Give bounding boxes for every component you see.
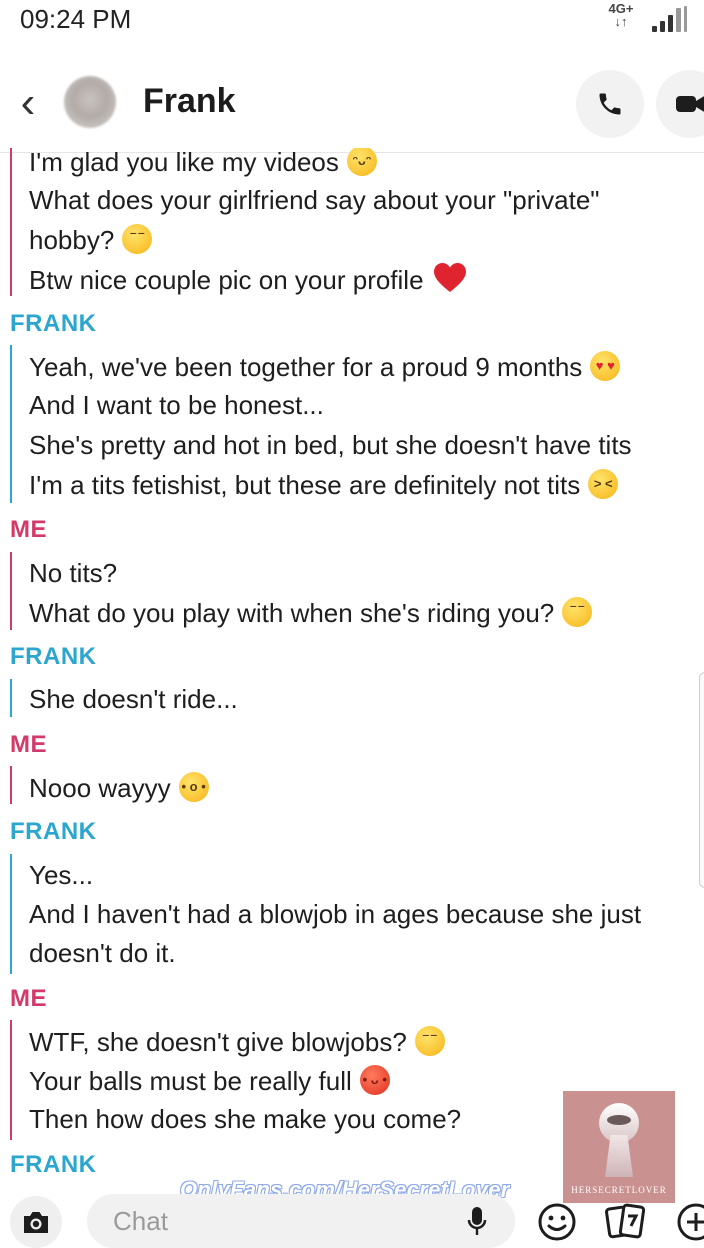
chat-placeholder: Chat [113, 1206, 168, 1236]
message-line[interactable]: She doesn't ride... [29, 684, 238, 715]
avatar[interactable] [64, 76, 116, 128]
message-bar-me [10, 766, 12, 804]
sender-label: ME [10, 516, 47, 543]
message-line[interactable]: And I want to be honest... [29, 390, 324, 421]
message-line[interactable]: Yeah, we've been together for a proud 9 … [29, 351, 621, 383]
sender-label: FRANK [10, 310, 97, 337]
message-bar-me [10, 552, 12, 630]
chat-input[interactable]: Chat [87, 1194, 515, 1248]
signal-icon [650, 6, 690, 32]
message-bar-frank [10, 679, 12, 717]
sender-label: FRANK [10, 818, 97, 845]
sender-label: FRANK [10, 1151, 97, 1178]
microphone-icon[interactable] [467, 1206, 487, 1238]
message-line[interactable]: No tits? [29, 558, 117, 589]
red-heart-icon [433, 263, 466, 292]
message-line[interactable]: doesn't do it. [29, 938, 176, 969]
sender-label: ME [10, 985, 47, 1012]
thinking-face-emoji-icon: ‾ ‾ [562, 597, 593, 627]
back-button[interactable]: ‹ [6, 78, 50, 128]
phone-icon [599, 93, 621, 115]
smiling-blush-emoji-icon: ᵔᴗᵔ [346, 148, 377, 176]
scrollbar-thumb[interactable] [699, 672, 704, 888]
hot-face-emoji-icon: • ᴗ • [359, 1065, 390, 1095]
message-bar-frank [10, 854, 12, 974]
message-line[interactable]: Your balls must be really full • ᴗ • [29, 1065, 390, 1097]
message-line[interactable]: Btw nice couple pic on your profile [29, 263, 466, 296]
message-line[interactable]: I'm glad you like my videos ᵔᴗᵔ [29, 148, 377, 178]
status-bar: 09:24 PM 4G+ ↓↑ [0, 0, 704, 44]
plus-icon[interactable] [676, 1202, 704, 1242]
message-line[interactable]: WTF, she doesn't give blowjobs? ‾ ‾ [29, 1026, 445, 1058]
chat-thread[interactable]: I'm glad you like my videos ᵔᴗᵔ What does… [0, 148, 704, 1178]
message-bar-me [10, 1020, 12, 1140]
message-line[interactable]: And I haven't had a blowjob in ages beca… [29, 899, 641, 930]
call-button[interactable] [576, 70, 644, 138]
sender-label: ME [10, 731, 47, 758]
message-bar-me [10, 148, 12, 296]
thinking-face-emoji-icon: ‾ ‾ [414, 1026, 445, 1056]
message-line[interactable]: Then how does she make you come? [29, 1104, 461, 1135]
network-indicator: 4G+ ↓↑ [606, 2, 636, 28]
contact-name[interactable]: Frank [143, 82, 236, 121]
message-line[interactable]: Yes... [29, 860, 93, 891]
thinking-face-emoji-icon: ‾ ‾ [122, 224, 153, 254]
chat-header: ‹ Frank [0, 56, 704, 153]
message-bar-frank [10, 345, 12, 503]
sender-label: FRANK [10, 643, 97, 670]
stickers-cards-icon[interactable] [605, 1202, 647, 1242]
camera-icon [24, 1212, 48, 1233]
message-line[interactable]: Nooo wayyy • o • [29, 772, 209, 804]
message-line[interactable]: I'm a tits fetishist, but these are defi… [29, 469, 619, 501]
status-time: 09:24 PM [20, 4, 132, 34]
message-line[interactable]: hobby? ‾ ‾ [29, 224, 153, 256]
message-line[interactable]: She's pretty and hot in bed, but she doe… [29, 430, 632, 461]
video-call-button[interactable] [656, 70, 704, 138]
network-arrows: ↓↑ [614, 14, 628, 29]
message-composer: Chat [0, 1180, 704, 1248]
tired-face-emoji-icon: > < [588, 469, 619, 499]
emoji-icon[interactable] [537, 1202, 577, 1242]
eye-icon [607, 1115, 631, 1125]
message-line[interactable]: What does your girlfriend say about your… [29, 185, 600, 216]
camera-button[interactable] [10, 1196, 62, 1248]
surprised-face-emoji-icon: • o • [178, 772, 209, 802]
message-line[interactable]: What do you play with when she's riding … [29, 597, 593, 629]
video-camera-icon [676, 96, 704, 112]
heart-eyes-emoji-icon: ♥ ♥ [590, 351, 621, 381]
